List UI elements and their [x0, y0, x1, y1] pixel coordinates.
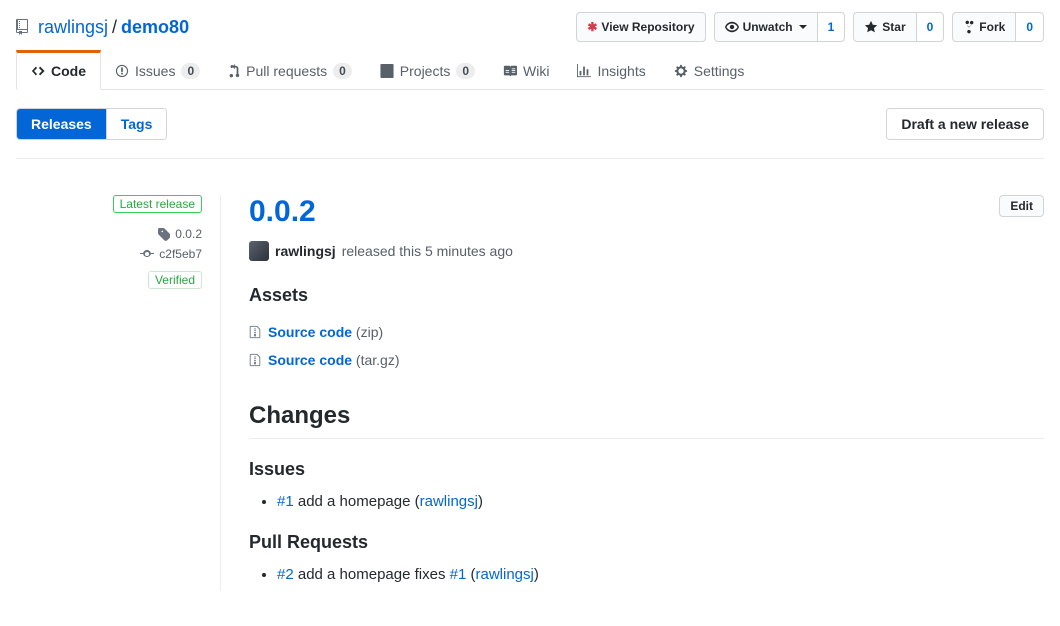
zip-icon	[249, 353, 261, 367]
list-item: #2 add a homepage fixes #1 (rawlingsj)	[277, 563, 1044, 587]
unwatch-button[interactable]: Unwatch	[714, 12, 818, 42]
release-title[interactable]: 0.0.2	[249, 195, 316, 229]
issues-list: #1 add a homepage (rawlingsj)	[249, 490, 1044, 514]
release-author-link[interactable]: rawlingsj	[275, 243, 336, 259]
zip-icon	[249, 325, 261, 339]
projects-counter: 0	[456, 63, 475, 79]
tab-wiki[interactable]: Wiki	[489, 50, 563, 89]
asset-link[interactable]: Source code (tar.gz)	[268, 352, 400, 368]
repo-head: rawlingsj / demo80 ✱View Repository Unwa…	[16, 0, 1044, 50]
repo-name-link[interactable]: demo80	[121, 17, 189, 38]
issues-subheading: Issues	[249, 459, 1044, 480]
path-separator: /	[112, 17, 117, 38]
issues-counter: 0	[181, 63, 200, 79]
project-icon	[380, 64, 394, 78]
avatar[interactable]	[249, 241, 269, 261]
release-author-line: rawlingsj released this 5 minutes ago	[249, 241, 1044, 261]
pr-ref-link[interactable]: #2	[277, 566, 294, 583]
page-actions: ✱View Repository Unwatch 1 Star	[576, 12, 1044, 42]
star-group: Star 0	[853, 12, 944, 42]
subnav-row: Releases Tags Draft a new release	[16, 108, 1044, 140]
release-body: 0.0.2 Edit rawlingsj released this 5 min…	[221, 195, 1044, 591]
eye-icon	[725, 20, 739, 34]
issue-ref-link[interactable]: #1	[277, 493, 294, 510]
edit-release-button[interactable]: Edit	[999, 195, 1044, 217]
star-button[interactable]: Star	[853, 12, 916, 42]
star-count[interactable]: 0	[917, 12, 945, 42]
draft-release-button[interactable]: Draft a new release	[886, 108, 1044, 140]
release-meta: Latest release 0.0.2 c2f5eb7 Verified	[16, 195, 221, 591]
prs-list: #2 add a homepage fixes #1 (rawlingsj)	[249, 563, 1044, 587]
star-icon	[864, 20, 878, 34]
releases-tags-switch: Releases Tags	[16, 108, 167, 140]
verified-badge[interactable]: Verified	[148, 271, 202, 289]
repo-nav: Code Issues 0 Pull requests 0 Projects 0…	[16, 50, 1044, 90]
tab-pulls[interactable]: Pull requests 0	[214, 50, 366, 89]
list-item: #1 add a homepage (rawlingsj)	[277, 490, 1044, 514]
tag-icon	[158, 227, 170, 241]
gear-icon	[674, 64, 688, 78]
assets-heading: Assets	[249, 285, 1044, 306]
issue-icon	[115, 64, 129, 78]
book-icon	[503, 64, 517, 78]
watch-count[interactable]: 1	[818, 12, 846, 42]
user-link[interactable]: rawlingsj	[420, 493, 478, 510]
subnav-releases[interactable]: Releases	[17, 109, 106, 139]
tag-link[interactable]: 0.0.2	[175, 227, 202, 241]
user-link[interactable]: rawlingsj	[476, 566, 534, 583]
code-icon	[31, 64, 45, 78]
view-repository-button[interactable]: ✱View Repository	[576, 12, 705, 42]
release-entry: Latest release 0.0.2 c2f5eb7 Verified 0.…	[16, 158, 1044, 591]
issue-ref-link[interactable]: #1	[450, 566, 467, 583]
latest-release-badge: Latest release	[113, 195, 202, 213]
repo-icon	[16, 19, 32, 35]
tab-settings[interactable]: Settings	[660, 50, 759, 89]
release-time-text: released this 5 minutes ago	[342, 243, 513, 259]
watch-group: Unwatch 1	[714, 12, 846, 42]
repo-title: rawlingsj / demo80	[16, 17, 189, 38]
graph-icon	[577, 64, 591, 78]
subnav-tags[interactable]: Tags	[106, 109, 167, 139]
asset-item: Source code (zip)	[249, 318, 1044, 346]
fork-count[interactable]: 0	[1016, 12, 1044, 42]
commit-icon	[140, 248, 154, 260]
repo-owner-link[interactable]: rawlingsj	[38, 17, 108, 38]
asset-item: Source code (tar.gz)	[249, 346, 1044, 374]
fork-icon	[963, 20, 975, 34]
prs-subheading: Pull Requests	[249, 532, 1044, 553]
commit-line: c2f5eb7	[16, 247, 202, 261]
tab-insights[interactable]: Insights	[563, 50, 659, 89]
tag-line: 0.0.2	[16, 227, 202, 241]
pull-request-icon	[228, 64, 240, 78]
tab-code[interactable]: Code	[16, 50, 101, 90]
asset-link[interactable]: Source code (zip)	[268, 324, 383, 340]
tab-issues[interactable]: Issues 0	[101, 50, 214, 89]
asset-list: Source code (zip) Source code (tar.gz)	[249, 318, 1044, 374]
fork-group: Fork 0	[952, 12, 1044, 42]
pulls-counter: 0	[333, 63, 352, 79]
tab-projects[interactable]: Projects 0	[366, 50, 489, 89]
fork-button[interactable]: Fork	[952, 12, 1016, 42]
commit-link[interactable]: c2f5eb7	[159, 247, 202, 261]
changes-heading: Changes	[249, 402, 1044, 439]
